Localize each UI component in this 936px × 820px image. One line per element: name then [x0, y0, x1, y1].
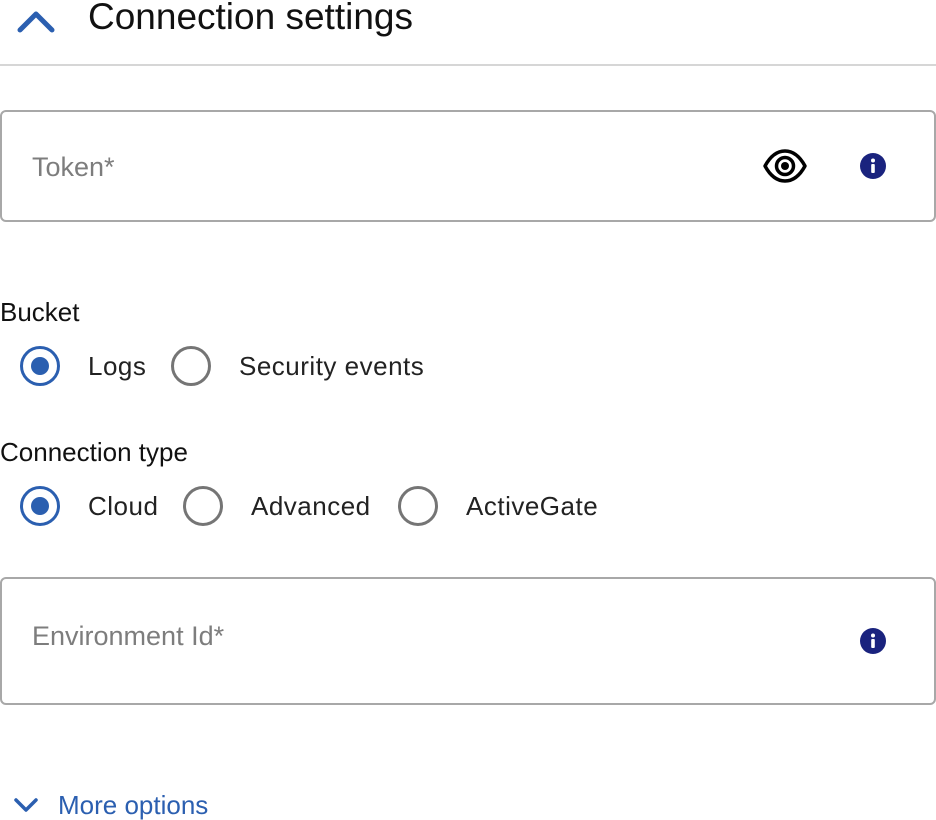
radio-label: Logs — [88, 350, 147, 381]
section-header: Connection settings — [0, 0, 936, 66]
radio-checked-icon[interactable] — [20, 346, 60, 386]
token-input[interactable] — [32, 147, 672, 187]
radio-checked-icon[interactable] — [20, 486, 60, 526]
radio-label: Cloud — [88, 490, 159, 521]
connection-type-label: Connection type — [0, 437, 188, 467]
more-options-toggle[interactable]: More options — [12, 784, 208, 820]
show-token-button[interactable] — [762, 148, 808, 184]
radio-unchecked-icon[interactable] — [171, 346, 211, 386]
environment-id-field[interactable] — [0, 577, 936, 705]
bucket-radio-logs[interactable]: Logs — [20, 344, 146, 388]
radio-label: Security events — [239, 350, 425, 381]
collapse-section-button[interactable] — [14, 0, 58, 36]
info-icon — [860, 153, 886, 179]
eye-icon — [763, 149, 807, 183]
page-title: Connection settings — [88, 0, 413, 37]
connection-radio-cloud[interactable]: Cloud — [20, 484, 158, 528]
radio-unchecked-icon[interactable] — [398, 486, 438, 526]
chevron-down-icon — [14, 798, 38, 812]
radio-label: ActiveGate — [466, 490, 599, 521]
environment-id-info-button[interactable] — [859, 627, 887, 655]
connection-radio-advanced[interactable]: Advanced — [183, 484, 371, 528]
token-field[interactable] — [0, 110, 936, 222]
bucket-radio-security-events[interactable]: Security events — [171, 344, 424, 388]
connection-radio-activegate[interactable]: ActiveGate — [398, 484, 598, 528]
token-info-button[interactable] — [859, 152, 887, 180]
radio-label: Advanced — [251, 490, 371, 521]
info-icon — [860, 628, 886, 654]
environment-id-input[interactable] — [32, 616, 672, 656]
bucket-label: Bucket — [0, 297, 80, 327]
radio-unchecked-icon[interactable] — [183, 486, 223, 526]
chevron-up-icon — [17, 11, 55, 33]
more-options-label: More options — [58, 789, 209, 820]
